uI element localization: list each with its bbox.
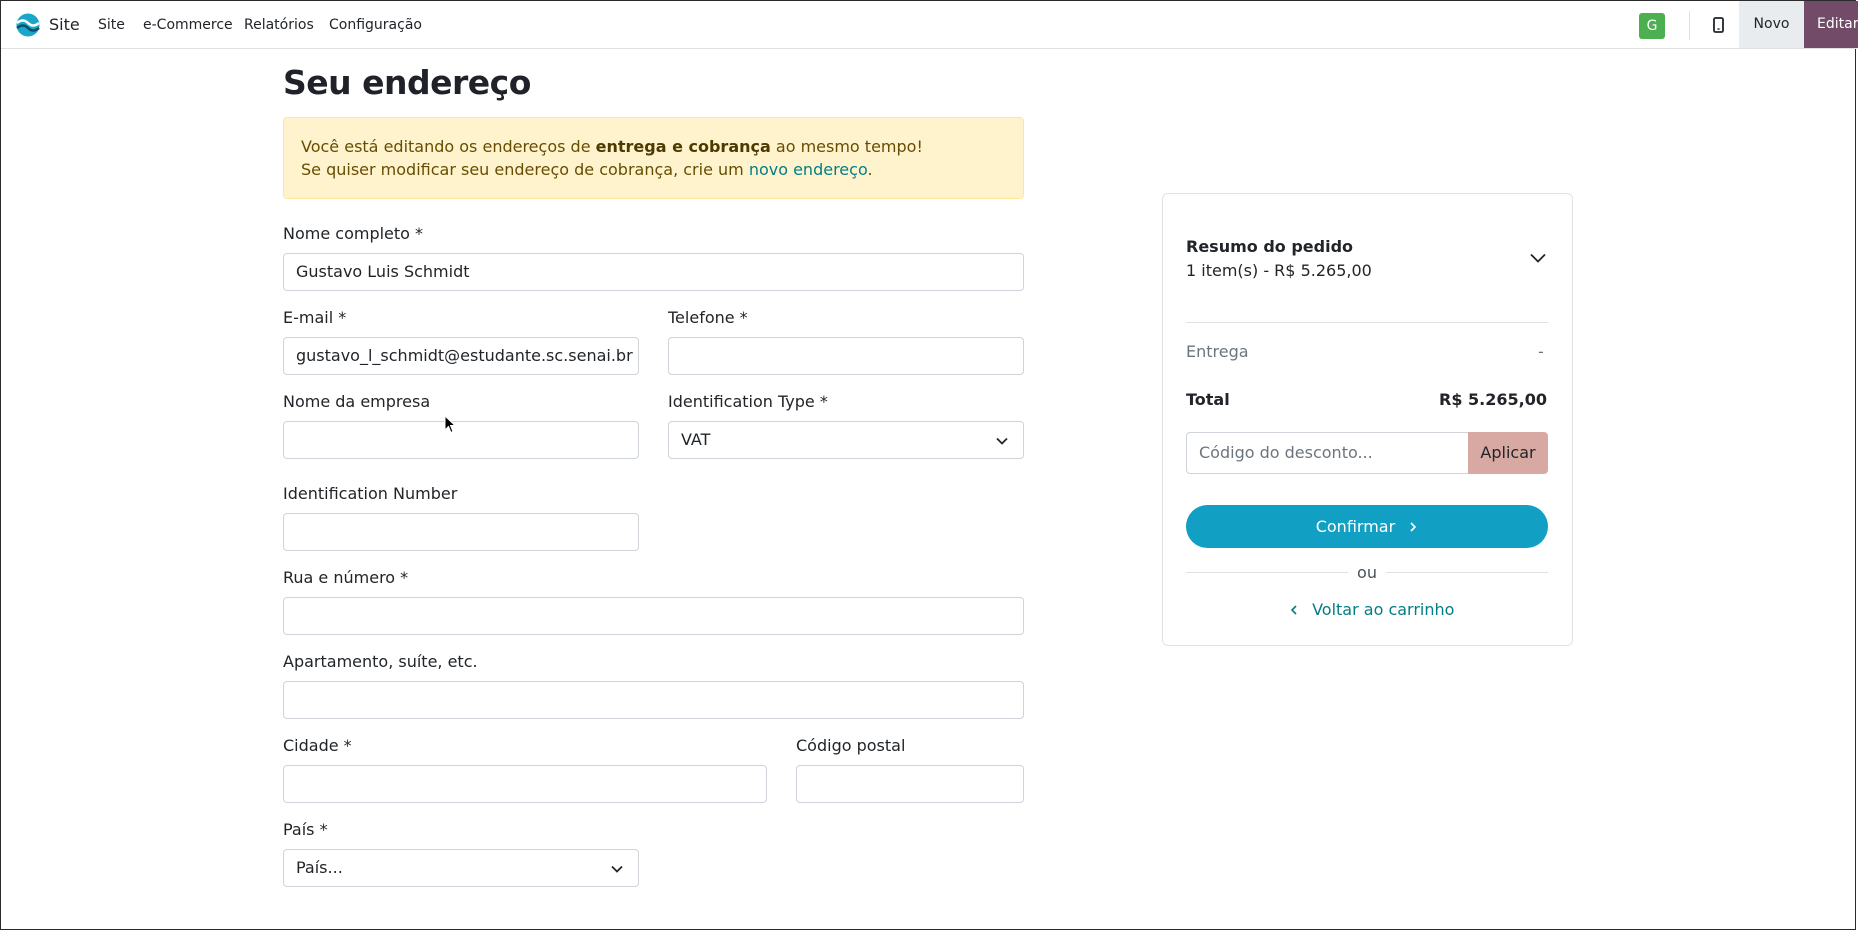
nav-ecommerce[interactable]: e-Commerce — [143, 17, 233, 33]
nav-configuracao[interactable]: Configuração — [329, 17, 422, 33]
billing-shipping-alert: Você está editando os endereços de entre… — [283, 117, 1024, 199]
edit-button[interactable]: Editar — [1804, 1, 1858, 48]
back-to-cart-label: Voltar ao carrinho — [1312, 600, 1455, 619]
or-separator-text: ou — [1357, 563, 1377, 582]
mouse-cursor-icon — [444, 415, 456, 434]
email-input[interactable]: gustavo_l_schmidt@estudante.sc.senai.br — [283, 337, 639, 375]
street2-input[interactable] — [283, 681, 1024, 719]
phone-label: Telefone * — [668, 308, 748, 327]
company-input[interactable] — [283, 421, 639, 459]
apply-discount-button[interactable]: Aplicar — [1468, 432, 1548, 474]
alert-line-1: Você está editando os endereços de entre… — [301, 137, 923, 156]
confirm-button[interactable]: Confirmar — [1186, 505, 1548, 548]
id-number-input[interactable] — [283, 513, 639, 551]
new-address-link[interactable]: novo endereço — [749, 160, 868, 179]
alert-line-2: Se quiser modificar seu endereço de cobr… — [301, 160, 873, 179]
new-button[interactable]: Novo — [1739, 1, 1804, 48]
mobile-preview-icon[interactable] — [1697, 2, 1739, 48]
email-label: E-mail * — [283, 308, 347, 327]
zip-label: Código postal — [796, 736, 906, 755]
summary-divider — [1186, 322, 1548, 323]
or-divider-left — [1186, 572, 1348, 573]
city-label: Cidade * — [283, 736, 352, 755]
or-divider-right — [1386, 572, 1548, 573]
app-brand[interactable]: Site — [49, 15, 80, 34]
street-label: Rua e número * — [283, 568, 409, 587]
country-value: País... — [296, 858, 343, 877]
odoo-site-logo-icon[interactable] — [15, 13, 41, 37]
nav-relatorios[interactable]: Relatórios — [244, 17, 314, 33]
shipping-label: Entrega — [1186, 342, 1249, 361]
order-summary-title[interactable]: Resumo do pedido — [1186, 237, 1353, 256]
discount-code-input[interactable]: Código do desconto... — [1186, 432, 1469, 474]
zip-input[interactable] — [796, 765, 1024, 803]
full-name-input[interactable]: Gustavo Luis Schmidt — [283, 253, 1024, 291]
top-navbar: Site Site e-Commerce Relatórios Configur… — [1, 1, 1858, 49]
total-value: R$ 5.265,00 — [1439, 390, 1547, 409]
chevron-left-icon — [1290, 605, 1297, 615]
total-label: Total — [1186, 390, 1230, 409]
user-avatar[interactable]: G — [1639, 13, 1665, 39]
chevron-down-icon[interactable] — [1528, 248, 1548, 268]
country-select[interactable]: País... — [283, 849, 639, 887]
back-to-cart-link[interactable]: Voltar ao carrinho — [1289, 600, 1454, 619]
id-type-label: Identification Type * — [668, 392, 828, 411]
shipping-value: - — [1538, 342, 1544, 361]
phone-input[interactable] — [668, 337, 1024, 375]
nav-site[interactable]: Site — [98, 17, 125, 33]
full-name-label: Nome completo * — [283, 224, 424, 243]
confirm-label: Confirmar — [1315, 517, 1396, 536]
street2-label: Apartamento, suíte, etc. — [283, 652, 478, 671]
street-input[interactable] — [283, 597, 1024, 635]
city-input[interactable] — [283, 765, 767, 803]
country-label: País * — [283, 820, 328, 839]
chevron-down-icon — [611, 865, 623, 873]
navbar-divider — [1689, 11, 1690, 40]
chevron-right-icon — [1410, 522, 1417, 532]
order-summary-items: 1 item(s) - R$ 5.265,00 — [1186, 261, 1372, 280]
id-type-value: VAT — [681, 430, 711, 449]
company-label: Nome da empresa — [283, 392, 431, 411]
id-type-select[interactable]: VAT — [668, 421, 1024, 459]
chevron-down-icon — [996, 437, 1008, 445]
id-number-label: Identification Number — [283, 484, 458, 503]
page-title: Seu endereço — [283, 63, 531, 102]
